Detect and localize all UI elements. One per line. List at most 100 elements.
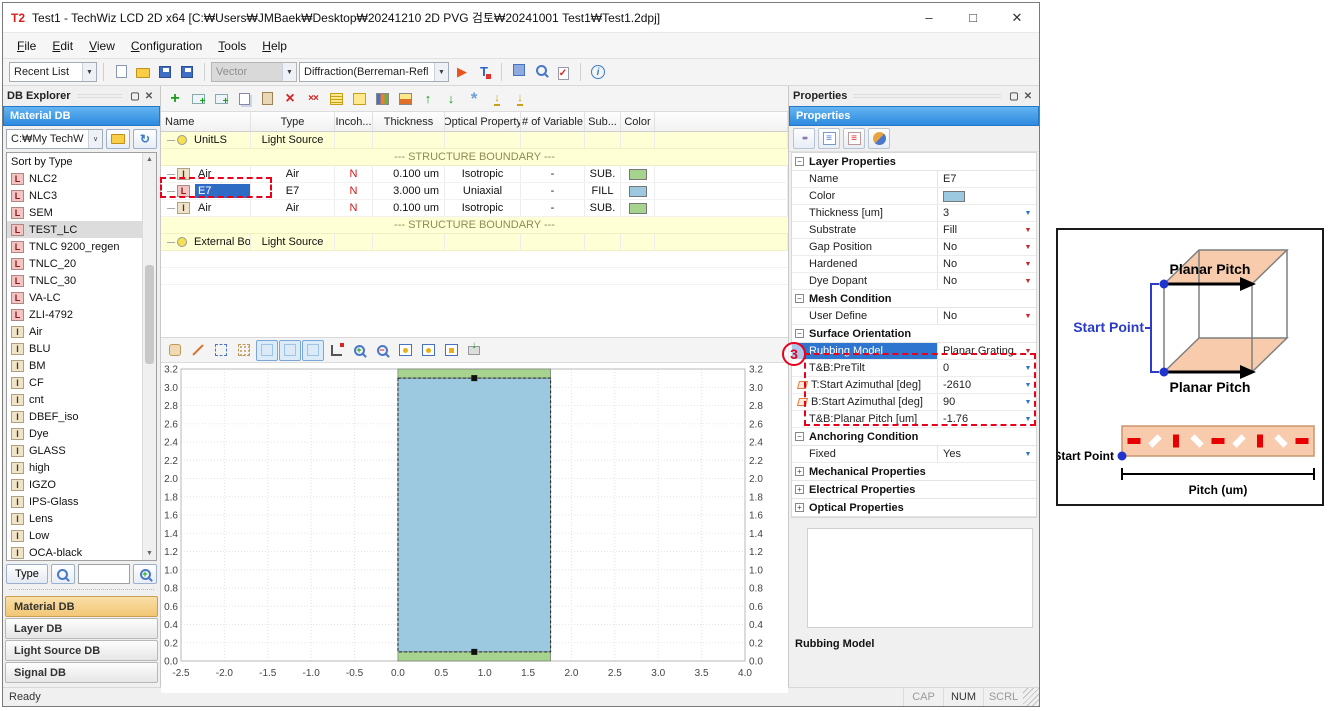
property-row-dye-dopant[interactable]: Dye DopantNo bbox=[792, 273, 1036, 290]
expand-collapse-icon[interactable]: − bbox=[795, 294, 804, 303]
dropdown-arrow-icon[interactable] bbox=[1020, 256, 1036, 272]
expand-collapse-icon[interactable]: + bbox=[795, 485, 804, 494]
search-input[interactable] bbox=[78, 564, 130, 584]
menu-view[interactable]: View bbox=[81, 35, 123, 57]
detail-list-button[interactable] bbox=[843, 128, 865, 149]
minimize-button[interactable]: – bbox=[907, 3, 951, 32]
db-item-IPS-Glass[interactable]: IIPS-Glass bbox=[7, 493, 142, 510]
dropdown-arrow-icon[interactable] bbox=[1020, 343, 1036, 359]
selection-handle-top[interactable] bbox=[471, 375, 477, 381]
property-value[interactable]: No bbox=[938, 256, 1020, 272]
db-item-NLC3[interactable]: LNLC3 bbox=[7, 187, 142, 204]
expand-collapse-icon[interactable]: − bbox=[795, 157, 804, 166]
menu-configuration[interactable]: Configuration bbox=[123, 35, 210, 57]
dropdown-arrow-icon[interactable] bbox=[1020, 411, 1036, 427]
property-row-rubbing-model[interactable]: Rubbing ModelPlanar Grating bbox=[792, 343, 1036, 360]
panel-float-button[interactable]: ▢ bbox=[128, 91, 142, 102]
db-item-SEM[interactable]: LSEM bbox=[7, 204, 142, 221]
dropdown-arrow-icon[interactable] bbox=[1020, 446, 1036, 462]
save-all-button[interactable] bbox=[176, 61, 198, 82]
import-button[interactable] bbox=[486, 88, 508, 109]
refresh-button[interactable] bbox=[133, 129, 157, 149]
property-row-t-start-azimuthal-deg-[interactable]: T:Start Azimuthal [deg]-2610 bbox=[792, 377, 1036, 394]
db-path-dropdown[interactable]: C:₩My TechW∨ bbox=[6, 129, 103, 149]
list-scrollbar[interactable]: ▲ ▼ bbox=[142, 153, 156, 560]
db-item-ZLI-4792[interactable]: LZLI-4792 bbox=[7, 306, 142, 323]
db-item-cnt[interactable]: Icnt bbox=[7, 391, 142, 408]
layer-color-swatch[interactable] bbox=[629, 169, 647, 180]
property-row-gap-position[interactable]: Gap PositionNo bbox=[792, 239, 1036, 256]
layer-region-e7[interactable] bbox=[398, 378, 551, 652]
db-item-TNLC_30[interactable]: LTNLC_30 bbox=[7, 272, 142, 289]
recent-list-dropdown[interactable]: Recent List▼ bbox=[9, 62, 97, 82]
sort-by-type-row[interactable]: Sort by Type bbox=[7, 153, 142, 170]
fit-width-button[interactable] bbox=[394, 340, 416, 361]
column-header-6[interactable]: Sub... bbox=[585, 112, 621, 131]
property-row-hardened[interactable]: HardenedNo bbox=[792, 256, 1036, 273]
property-value[interactable]: No bbox=[938, 308, 1020, 324]
tree-view-button[interactable] bbox=[818, 128, 840, 149]
expand-collapse-icon[interactable]: − bbox=[795, 329, 804, 338]
categorized-button[interactable] bbox=[793, 128, 815, 149]
property-row-b-start-azimuthal-deg-[interactable]: B:Start Azimuthal [deg]90 bbox=[792, 394, 1036, 411]
column-header-0[interactable]: Name bbox=[161, 112, 251, 131]
close-button[interactable]: ✕ bbox=[995, 3, 1039, 32]
open-file-button[interactable] bbox=[132, 62, 154, 83]
section-layer-properties[interactable]: −Layer Properties bbox=[792, 153, 1036, 171]
db-item-OCA-black[interactable]: IOCA-black bbox=[7, 544, 142, 560]
property-value[interactable] bbox=[938, 188, 1020, 204]
property-row-substrate[interactable]: SubstrateFill bbox=[792, 222, 1036, 239]
paste-button[interactable] bbox=[256, 88, 278, 109]
section-anchoring-condition[interactable]: −Anchoring Condition bbox=[792, 428, 1036, 446]
zoom-out-button[interactable] bbox=[371, 340, 393, 361]
property-value[interactable]: -1.76 bbox=[938, 411, 1020, 427]
dropdown-arrow-icon[interactable] bbox=[1020, 205, 1036, 221]
panel-float-button[interactable]: ▢ bbox=[1007, 91, 1021, 102]
section-optical-properties[interactable]: +Optical Properties bbox=[792, 499, 1036, 517]
dropdown-arrow-icon[interactable] bbox=[1020, 222, 1036, 238]
dropdown-arrow-icon[interactable] bbox=[1020, 394, 1036, 410]
maximize-button[interactable]: □ bbox=[951, 3, 995, 32]
section-mechanical-properties[interactable]: +Mechanical Properties bbox=[792, 463, 1036, 481]
solver-dropdown[interactable]: Diffraction(Berreman-Refl▼ bbox=[299, 62, 449, 82]
db-item-IGZO[interactable]: IIGZO bbox=[7, 476, 142, 493]
scroll-thumb[interactable] bbox=[145, 265, 154, 364]
db-item-BLU[interactable]: IBLU bbox=[7, 340, 142, 357]
layer-row-air[interactable]: IAirAirN0.100 umIsotropic-SUB. bbox=[161, 200, 788, 217]
property-row-fixed[interactable]: FixedYes bbox=[792, 446, 1036, 463]
column-header-3[interactable]: Thickness bbox=[373, 112, 445, 131]
db-item-BM[interactable]: IBM bbox=[7, 357, 142, 374]
export-button[interactable] bbox=[509, 88, 531, 109]
db-item-TNLC 9200_regen[interactable]: LTNLC 9200_regen bbox=[7, 238, 142, 255]
menu-tools[interactable]: Tools bbox=[210, 35, 254, 57]
sort-type-button[interactable]: Type bbox=[6, 564, 48, 584]
layer-color-swatch[interactable] bbox=[629, 186, 647, 197]
property-value[interactable]: 90 bbox=[938, 394, 1020, 410]
copy-button[interactable] bbox=[233, 88, 255, 109]
move-up-button[interactable] bbox=[417, 88, 439, 109]
y-axis-grid-button[interactable] bbox=[302, 340, 324, 361]
db-item-TNLC_20[interactable]: LTNLC_20 bbox=[7, 255, 142, 272]
x-axis-grid-button[interactable] bbox=[279, 340, 301, 361]
section-mesh-condition[interactable]: −Mesh Condition bbox=[792, 290, 1036, 308]
print-export-button[interactable] bbox=[463, 340, 485, 361]
grid-toggle-button[interactable] bbox=[256, 340, 278, 361]
info-button[interactable] bbox=[587, 62, 609, 83]
db-tab-layer-db[interactable]: Layer DB bbox=[5, 618, 158, 639]
structure-3d-button[interactable] bbox=[508, 60, 530, 81]
db-item-high[interactable]: Ihigh bbox=[7, 459, 142, 476]
db-item-VA-LC[interactable]: LVA-LC bbox=[7, 289, 142, 306]
db-tab-light-source-db[interactable]: Light Source DB bbox=[5, 640, 158, 661]
insert-layer-above-button[interactable] bbox=[187, 88, 209, 109]
dropdown-arrow-icon[interactable] bbox=[1020, 239, 1036, 255]
chart-view-button[interactable] bbox=[371, 88, 393, 109]
db-item-Air[interactable]: IAir bbox=[7, 323, 142, 340]
property-value[interactable]: E7 bbox=[938, 171, 1020, 187]
section-surface-orientation[interactable]: −Surface Orientation bbox=[792, 325, 1036, 343]
checklist-button[interactable] bbox=[552, 63, 574, 84]
techwiz-run-button[interactable] bbox=[473, 61, 495, 82]
column-header-2[interactable]: Incoh... bbox=[335, 112, 373, 131]
column-header-5[interactable]: # of Variable bbox=[521, 112, 585, 131]
fit-selection-button[interactable] bbox=[440, 340, 462, 361]
find-button[interactable] bbox=[530, 60, 552, 81]
